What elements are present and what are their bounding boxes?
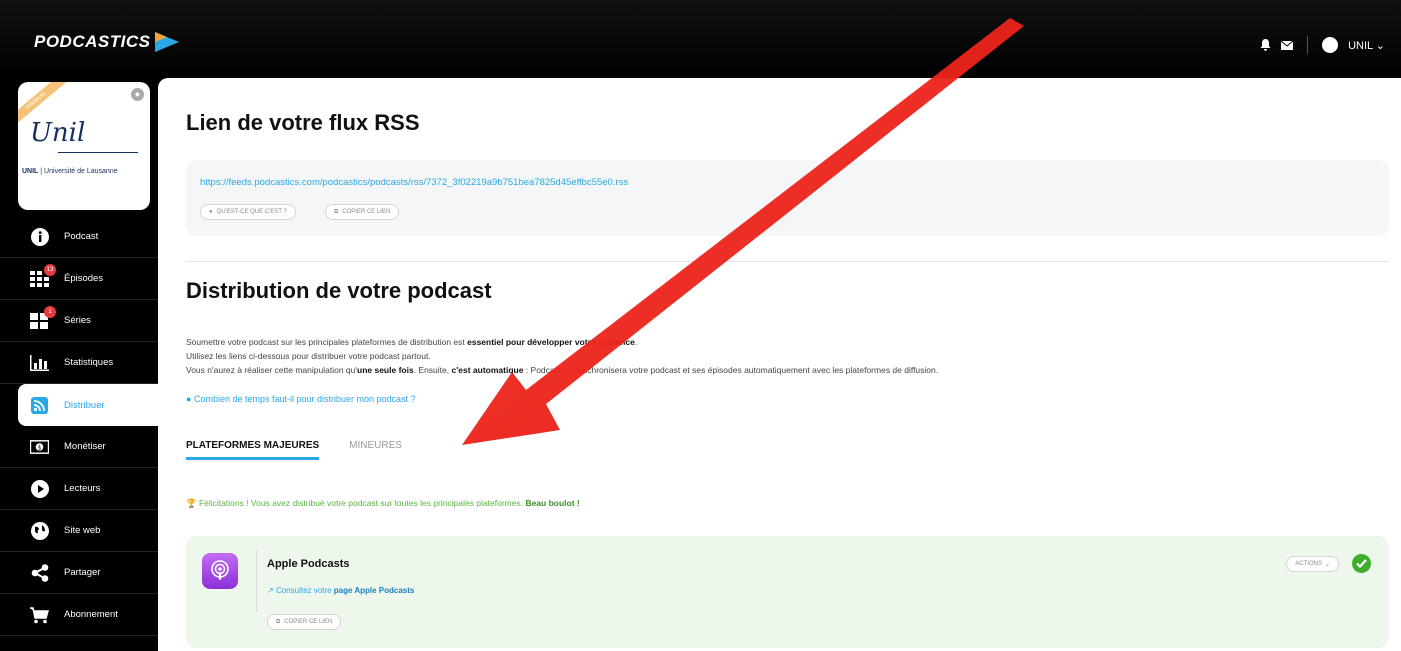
sidebar-item-lecteurs[interactable]: Lecteurs (0, 468, 158, 510)
question-icon: ● (186, 394, 192, 404)
copy-label: COPIER CE LIEN (284, 619, 333, 625)
chevron-down-icon: ⌄ (1375, 39, 1385, 52)
platform-card-apple-podcasts: Apple Podcasts ↗ Consultez votre page Ap… (186, 536, 1389, 648)
divider (1307, 36, 1309, 54)
episodes-badge: 13 (44, 264, 56, 276)
what-is-it-label: QU'EST-CE QUE C'EST ? (216, 209, 287, 215)
info-icon (30, 228, 49, 246)
user-menu[interactable]: UNIL ⌄ (1348, 39, 1385, 52)
svg-text:$: $ (38, 445, 42, 451)
mail-icon[interactable] (1281, 40, 1294, 50)
sidebar-item-site-web[interactable]: Site web (0, 510, 158, 552)
apple-podcasts-page-link[interactable]: ↗ Consultez votre page Apple Podcasts (267, 586, 414, 595)
tab-plateformes-majeures[interactable]: PLATEFORMES MAJEURES (186, 440, 320, 460)
logo-underline (58, 152, 138, 153)
unil-logo: Unil (30, 118, 86, 148)
series-badge: 1 (44, 306, 56, 318)
rss-icon (30, 396, 49, 414)
actions-label: ACTIONS (1295, 561, 1322, 567)
user-name: UNIL (1348, 39, 1373, 52)
sidebar-item-label: Partager (64, 567, 101, 578)
main-content: Lien de votre flux RSS https://feeds.pod… (158, 78, 1401, 651)
vertical-divider (256, 550, 257, 612)
sidebar-item-abonnement[interactable]: Abonnement (0, 594, 158, 636)
sidebar-nav: Podcast 13 Épisodes 1 Séries Statistique… (0, 216, 158, 636)
what-is-it-button[interactable]: ● QU'EST-CE QUE C'EST ? (200, 204, 296, 220)
copy-label: COPIER CE LIEN (342, 209, 391, 215)
apple-podcasts-icon (202, 553, 238, 589)
sidebar-item-episodes[interactable]: 13 Épisodes (0, 258, 158, 300)
brand-name: PODCASTICS (34, 32, 151, 51)
description-line-3: Vous n'aurez à réaliser cette manipulati… (186, 365, 939, 375)
section-divider (186, 261, 1389, 262)
sidebar-item-label: Podcast (64, 231, 99, 242)
profile-card[interactable]: PREMIUM ● Unil UNIL | Université de Laus… (18, 82, 150, 210)
avatar[interactable] (1322, 37, 1339, 53)
sidebar-item-label: Lecteurs (64, 483, 101, 494)
trophy-icon: 🏆 (186, 498, 197, 508)
check-icon (1352, 554, 1371, 573)
money-icon: $ (30, 438, 49, 456)
actions-dropdown[interactable]: ACTIONS ⌄ (1286, 556, 1339, 572)
description-line-2: Utilisez les liens ci-dessous pour distr… (186, 351, 431, 361)
top-right-menu: UNIL ⌄ (1260, 36, 1385, 54)
sidebar-item-statistics[interactable]: Statistiques (0, 342, 158, 384)
play-icon (30, 480, 49, 498)
platform-tabs: PLATEFORMES MAJEURES MINEURES (186, 440, 402, 460)
rss-box: https://feeds.podcastics.com/podcastics/… (186, 160, 1389, 236)
sidebar-item-label: Abonnement (64, 609, 118, 620)
sidebar-item-label: Monétiser (64, 441, 106, 452)
sidebar-item-series[interactable]: 1 Séries (0, 300, 158, 342)
distribution-description: Soumettre votre podcast sur les principa… (186, 335, 1386, 377)
bell-icon[interactable] (1260, 39, 1271, 51)
share-icon (30, 564, 49, 582)
sidebar-item-label: Distribuer (64, 399, 105, 411)
faq-link[interactable]: ● Combien de temps faut-il pour distribu… (186, 394, 416, 404)
podcastics-logo[interactable]: PODCASTICS (34, 31, 181, 53)
congrats-message: 🏆 Félicitations ! Vous avez distribué vo… (186, 498, 580, 508)
sidebar-item-partager[interactable]: Partager (0, 552, 158, 594)
globe-icon (30, 522, 49, 540)
sidebar: PREMIUM ● Unil UNIL | Université de Laus… (0, 78, 158, 651)
question-icon: ● (209, 209, 213, 215)
copy-rss-button[interactable]: ⧉ COPIER CE LIEN (325, 204, 400, 220)
org-name: UNIL | Université de Lausanne (22, 168, 118, 175)
top-bar: PODCASTICS UNIL ⌄ (0, 0, 1401, 78)
copy-icon: ⧉ (334, 208, 339, 215)
chevron-down-icon: ⌄ (1324, 561, 1330, 568)
sidebar-item-label: Statistiques (64, 357, 114, 368)
sidebar-item-label: Séries (64, 315, 91, 326)
rss-url-link[interactable]: https://feeds.podcastics.com/podcastics/… (200, 177, 628, 188)
copy-icon: ⧉ (276, 618, 281, 625)
external-link-icon: ↗ (267, 586, 274, 595)
description-line-1: Soumettre votre podcast sur les principa… (186, 337, 638, 347)
copy-platform-link-button[interactable]: ⧉ COPIER CE LIEN (267, 614, 342, 630)
tab-mineures[interactable]: MINEURES (349, 440, 402, 460)
distribution-title: Distribution de votre podcast (186, 278, 492, 303)
rss-title: Lien de votre flux RSS (186, 110, 420, 135)
faq-label: Combien de temps faut-il pour distribuer… (193, 394, 416, 404)
close-icon[interactable]: ● (131, 88, 144, 101)
sidebar-item-label: Site web (64, 525, 101, 536)
cart-icon (30, 606, 49, 624)
play-logo-icon (155, 32, 180, 52)
sidebar-item-monetiser[interactable]: $ Monétiser (0, 426, 158, 468)
sidebar-item-podcast[interactable]: Podcast (0, 216, 158, 258)
platform-name: Apple Podcasts (267, 558, 350, 570)
sidebar-item-label: Épisodes (64, 273, 104, 284)
stats-icon (30, 354, 49, 372)
sidebar-item-distribuer[interactable]: Distribuer (18, 384, 158, 426)
